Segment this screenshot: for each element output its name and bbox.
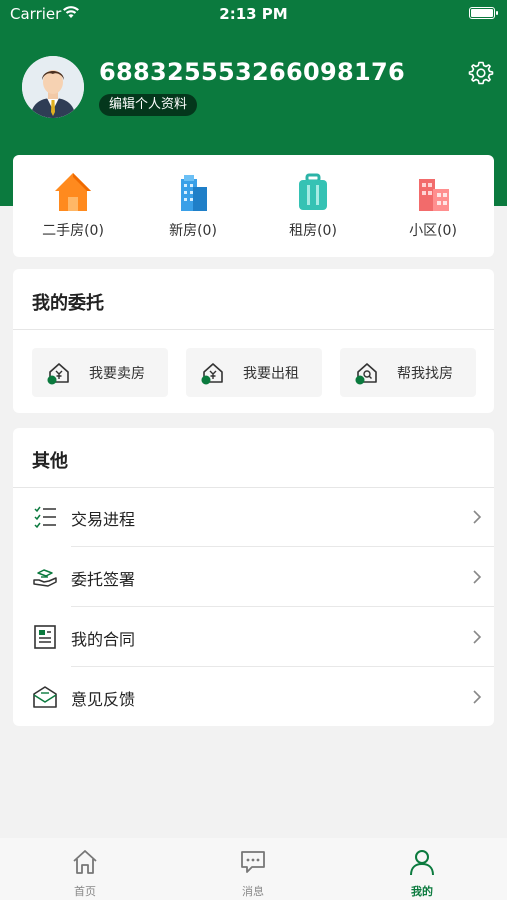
- tab-home[interactable]: 首页: [35, 838, 135, 900]
- entrust-card: 我的委托 我要卖房 我要出租 帮我找房: [13, 269, 494, 413]
- entrust-label: 帮我找房: [397, 366, 453, 382]
- status-time: 2:13 PM: [219, 5, 288, 23]
- rent-out-button[interactable]: 我要出租: [186, 348, 322, 397]
- tab-label: 我的: [411, 885, 433, 898]
- entrust-divider: [13, 329, 494, 330]
- list-item-label: 意见反馈: [71, 690, 136, 709]
- chevron-right-icon: [473, 510, 482, 524]
- sell-house-icon: [47, 363, 69, 385]
- contract-icon: [34, 625, 56, 649]
- other-card: 其他 交易进程 委托签署 我的合同 意见反馈: [13, 428, 494, 726]
- list-item-label: 我的合同: [71, 630, 136, 649]
- stats-card: 二手房(0) 新房(0) 租房(0) 小区(0): [13, 155, 494, 257]
- status-bar: Carrier 2:13 PM: [0, 0, 507, 28]
- list-item-my-contract[interactable]: 我的合同: [13, 607, 494, 667]
- entrust-label: 我要卖房: [89, 366, 145, 382]
- tab-bar: 首页 消息 我的: [0, 838, 507, 900]
- edit-profile-button[interactable]: 编辑个人资料: [99, 94, 198, 116]
- chevron-right-icon: [473, 570, 482, 584]
- stat-label: 小区(0): [409, 223, 457, 239]
- find-house-button[interactable]: 帮我找房: [340, 348, 476, 397]
- house-icon: [55, 173, 91, 211]
- home-icon: [73, 850, 97, 874]
- stat-new-home[interactable]: 新房(0): [133, 155, 253, 257]
- avatar[interactable]: [22, 56, 84, 118]
- mail-icon: [33, 686, 57, 708]
- tab-messages[interactable]: 消息: [203, 838, 303, 900]
- entrust-label: 我要出租: [243, 366, 299, 382]
- stat-label: 二手房(0): [42, 223, 104, 239]
- checklist-icon: [34, 506, 56, 529]
- other-title: 其他: [32, 451, 68, 472]
- tab-label: 消息: [242, 885, 264, 898]
- message-icon: [241, 851, 265, 873]
- community-icon: [419, 179, 449, 211]
- suitcase-icon: [299, 173, 327, 210]
- list-item-label: 委托签署: [71, 570, 136, 589]
- settings-gear-icon[interactable]: [468, 60, 494, 86]
- list-item-entrust-sign[interactable]: 委托签署: [13, 547, 494, 607]
- find-house-icon: [355, 363, 377, 385]
- entrust-title: 我的委托: [32, 293, 104, 314]
- list-item-feedback[interactable]: 意见反馈: [13, 667, 494, 727]
- sell-house-button[interactable]: 我要卖房: [32, 348, 168, 397]
- stat-second-hand[interactable]: 二手房(0): [13, 155, 133, 257]
- tab-label: 首页: [74, 885, 96, 898]
- avatar-image: [22, 56, 84, 118]
- rent-out-icon: [201, 363, 223, 385]
- stat-label: 新房(0): [169, 223, 217, 239]
- list-item-transaction-progress[interactable]: 交易进程: [13, 487, 494, 547]
- stat-rental[interactable]: 租房(0): [253, 155, 373, 257]
- stat-label: 租房(0): [289, 223, 337, 239]
- battery-icon: [469, 7, 498, 19]
- building-icon: [181, 175, 207, 211]
- user-icon: [410, 850, 434, 876]
- chevron-right-icon: [473, 630, 482, 644]
- hand-icon: [33, 569, 57, 587]
- user-id: 68832555326609817​6: [99, 58, 405, 86]
- list-item-label: 交易进程: [71, 510, 136, 529]
- chevron-right-icon: [473, 690, 482, 704]
- stat-community[interactable]: 小区(0): [373, 155, 493, 257]
- tab-profile[interactable]: 我的: [372, 838, 472, 900]
